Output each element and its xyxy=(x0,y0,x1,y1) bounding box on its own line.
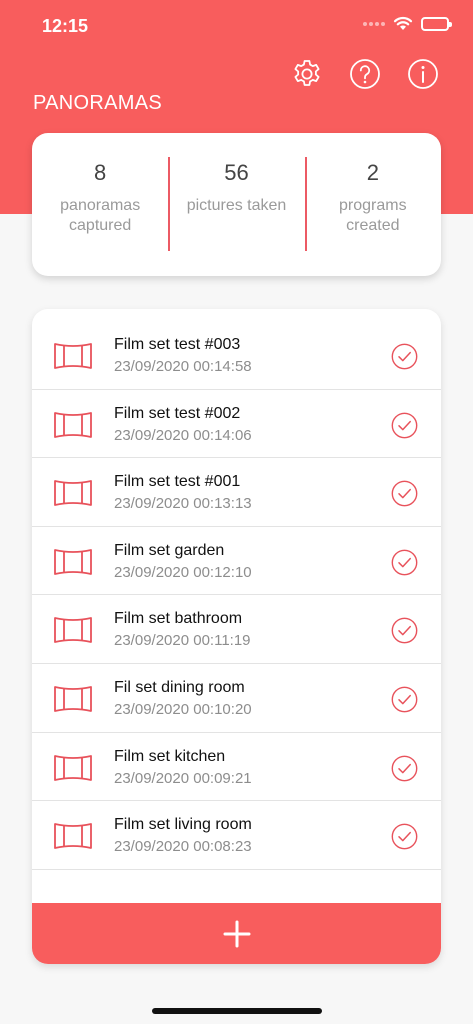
check-circle-icon xyxy=(391,412,418,438)
add-panorama-button[interactable] xyxy=(32,903,441,964)
check-circle-icon xyxy=(391,549,418,576)
panorama-list-item[interactable]: Film set test #001 23/09/2020 00:13:13 xyxy=(32,458,441,527)
panorama-icon xyxy=(54,754,92,781)
status-time: 12:15 xyxy=(42,16,89,36)
stats-card: 8 panoramas captured 56 pictures taken 2… xyxy=(32,133,441,276)
panorama-title: Film set bathroom xyxy=(114,610,243,628)
panorama-title: Film set kitchen xyxy=(114,747,226,765)
panorama-list: Film set test #003 23/09/2020 00:14:58 Fil… xyxy=(32,309,441,870)
stat-value: 8 xyxy=(94,160,107,185)
signal-icon xyxy=(363,21,385,26)
panorama-title: Film set test #003 xyxy=(114,336,241,353)
stat-programs: 2 programs created xyxy=(304,133,441,276)
panorama-icon xyxy=(54,480,92,507)
panorama-list-item[interactable]: Fil set dining room 23/09/2020 00:10:20 xyxy=(32,664,441,733)
check-circle-icon xyxy=(391,480,418,507)
panorama-title: Fil set dining room xyxy=(114,678,245,696)
panorama-date: 23/09/2020 00:13:13 xyxy=(114,495,252,513)
panorama-icon xyxy=(54,343,92,369)
stat-value: 2 xyxy=(366,160,379,185)
panorama-date: 23/09/2020 00:08:23 xyxy=(114,838,252,856)
check-circle-icon xyxy=(391,343,418,370)
panorama-date: 23/09/2020 00:12:10 xyxy=(114,563,252,581)
panorama-date: 23/09/2020 00:09:21 xyxy=(114,769,252,787)
top-actions xyxy=(291,58,439,90)
status-icons xyxy=(363,16,452,31)
status-bar: 12:15 xyxy=(0,0,473,52)
panorama-date: 23/09/2020 00:14:58 xyxy=(114,358,252,375)
panorama-date: 23/09/2020 00:10:20 xyxy=(114,700,252,718)
panorama-icon xyxy=(54,823,92,850)
stat-pictures: 56 pictures taken xyxy=(168,133,304,276)
panorama-list-item[interactable]: Film set garden 23/09/2020 00:12:10 xyxy=(32,527,441,596)
stat-panoramas: 8 panoramas captured xyxy=(32,133,168,276)
plus-icon xyxy=(223,920,250,947)
check-circle-icon xyxy=(391,686,418,713)
panorama-title: Film set garden xyxy=(114,541,225,559)
panorama-icon xyxy=(54,686,92,712)
battery-icon xyxy=(421,16,452,31)
page-title: PANORAMAS xyxy=(33,92,163,114)
settings-icon[interactable] xyxy=(291,58,323,90)
panorama-title: Film set test #001 xyxy=(114,473,241,491)
panorama-list-item[interactable]: Film set kitchen 23/09/2020 00:09:21 xyxy=(32,733,441,802)
wifi-icon xyxy=(393,16,413,30)
panorama-date: 23/09/2020 00:11:19 xyxy=(114,632,251,650)
panorama-icon xyxy=(54,548,92,575)
panorama-icon xyxy=(54,617,92,644)
panorama-title: Film set test #002 xyxy=(114,404,241,422)
panorama-list-item[interactable]: Film set living room 23/09/2020 00:08:23 xyxy=(32,801,441,870)
panorama-list-item[interactable]: Film set test #002 23/09/2020 00:14:06 xyxy=(32,390,441,459)
panorama-icon xyxy=(54,411,92,438)
stat-label: pictures taken xyxy=(186,197,287,214)
panorama-list-card: Film set test #003 23/09/2020 00:14:58 Fil… xyxy=(32,309,441,964)
stat-value: 56 xyxy=(224,160,249,185)
check-circle-icon xyxy=(391,823,418,850)
help-icon[interactable] xyxy=(349,58,381,90)
check-circle-icon xyxy=(391,617,418,644)
panorama-title: Film set living room xyxy=(114,816,252,834)
info-icon[interactable] xyxy=(407,58,439,90)
stat-label: panoramas captured xyxy=(60,197,141,234)
check-circle-icon xyxy=(391,755,418,781)
panorama-date: 23/09/2020 00:14:06 xyxy=(114,426,252,444)
panorama-list-item[interactable]: Film set test #003 23/09/2020 00:14:58 xyxy=(32,321,441,390)
panorama-list-item[interactable]: Film set bathroom 23/09/2020 00:11:19 xyxy=(32,595,441,664)
stat-label: programs created xyxy=(339,197,407,234)
home-indicator xyxy=(152,1008,322,1014)
